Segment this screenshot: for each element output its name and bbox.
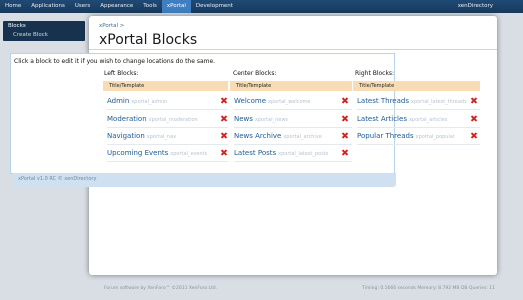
list-item[interactable]: News Archive xportal_archive (234, 127, 352, 145)
sidebar: Blocks Create Block (3, 21, 85, 41)
list-item[interactable]: Latest Threads xportal_latest_threads (357, 92, 480, 110)
version-text: xPortal v1.0 RC © xenDirectory (18, 176, 97, 182)
tab-tools[interactable]: Tools (138, 0, 162, 13)
list-item[interactable]: Latest Posts xportal_latest_posts (234, 144, 352, 162)
block-name[interactable]: Moderation (107, 115, 147, 123)
block-name[interactable]: Admin (107, 97, 129, 105)
list-item[interactable]: Popular Threads xportal_popular (357, 127, 480, 145)
block-name[interactable]: News (234, 115, 253, 123)
list-item[interactable]: Navigation xportal_nav (107, 127, 228, 145)
tab-home[interactable]: Home (0, 0, 26, 13)
delete-icon[interactable] (340, 127, 350, 144)
center-blocks-heading: Center Blocks: (233, 70, 277, 77)
tab-applications[interactable]: Applications (26, 0, 70, 13)
center-column-header: Title/Template (230, 81, 352, 91)
sidebar-item-create-block[interactable]: Create Block (13, 32, 48, 38)
block-template: xportal_popular (415, 134, 455, 140)
block-name[interactable]: Welcome (234, 97, 266, 105)
breadcrumb[interactable]: xPortal > (99, 23, 124, 29)
block-template: xportal_news (254, 117, 289, 123)
delete-icon[interactable] (219, 110, 229, 127)
block-name[interactable]: Upcoming Events (107, 149, 168, 157)
delete-icon[interactable] (340, 92, 350, 109)
tab-appearance[interactable]: Appearance (95, 0, 138, 13)
board-name-link[interactable]: xenDirectory (458, 0, 493, 13)
right-blocks-heading: Right Blocks: (355, 70, 395, 77)
debug-info-text: Timing: 0.1666 seconds Memory: 8.792 MB … (362, 286, 495, 291)
left-blocks-heading: Left Blocks: (104, 70, 139, 77)
list-item[interactable]: Latest Articles xportal_articles (357, 110, 480, 128)
version-bar: xPortal v1.0 RC © xenDirectory (13, 173, 396, 187)
block-template: xportal_admin (131, 99, 168, 105)
delete-icon[interactable] (340, 110, 350, 127)
tab-development[interactable]: Development (191, 0, 238, 13)
delete-icon[interactable] (469, 92, 479, 109)
page-title: xPortal Blocks (99, 32, 198, 48)
list-item[interactable]: News xportal_news (234, 110, 352, 128)
left-column-header: Title/Template (103, 81, 228, 91)
divider (89, 49, 497, 50)
delete-icon[interactable] (469, 110, 479, 127)
delete-icon[interactable] (219, 144, 229, 161)
delete-icon[interactable] (469, 127, 479, 144)
top-nav: Home Applications Users Appearance Tools… (0, 0, 523, 13)
tab-xportal[interactable]: xPortal (161, 0, 191, 13)
delete-icon[interactable] (219, 127, 229, 144)
delete-icon[interactable] (219, 92, 229, 109)
delete-icon[interactable] (340, 144, 350, 161)
block-name[interactable]: Navigation (107, 132, 145, 140)
list-item[interactable]: Moderation xportal_moderation (107, 110, 228, 128)
list-item[interactable]: Upcoming Events xportal_events (107, 144, 228, 162)
block-template: xportal_latest_threads (410, 99, 467, 105)
right-column-header: Title/Template (353, 81, 480, 91)
block-name[interactable]: Latest Articles (357, 115, 407, 123)
block-name[interactable]: News Archive (234, 132, 281, 140)
tab-users[interactable]: Users (70, 0, 95, 13)
block-name[interactable]: Popular Threads (357, 132, 414, 140)
block-template: xportal_articles (408, 117, 448, 123)
block-name[interactable]: Latest Threads (357, 97, 409, 105)
list-item[interactable]: Admin xportal_admin (107, 92, 228, 110)
block-template: xportal_moderation (148, 117, 198, 123)
instruction-text: Click a block to edit it if you wish to … (14, 58, 216, 65)
block-template: xportal_welcome (268, 99, 311, 105)
block-template: xportal_events (170, 151, 208, 157)
block-template: xportal_archive (283, 134, 322, 140)
copyright-text: Forum software by XenForo™ ©2011 XenForo… (104, 286, 218, 291)
block-template: xportal_nav (146, 134, 177, 140)
sidebar-title: Blocks (8, 23, 26, 29)
block-template: xportal_latest_posts (278, 151, 329, 157)
list-item[interactable]: Welcome xportal_welcome (234, 92, 352, 110)
block-name[interactable]: Latest Posts (234, 149, 276, 157)
